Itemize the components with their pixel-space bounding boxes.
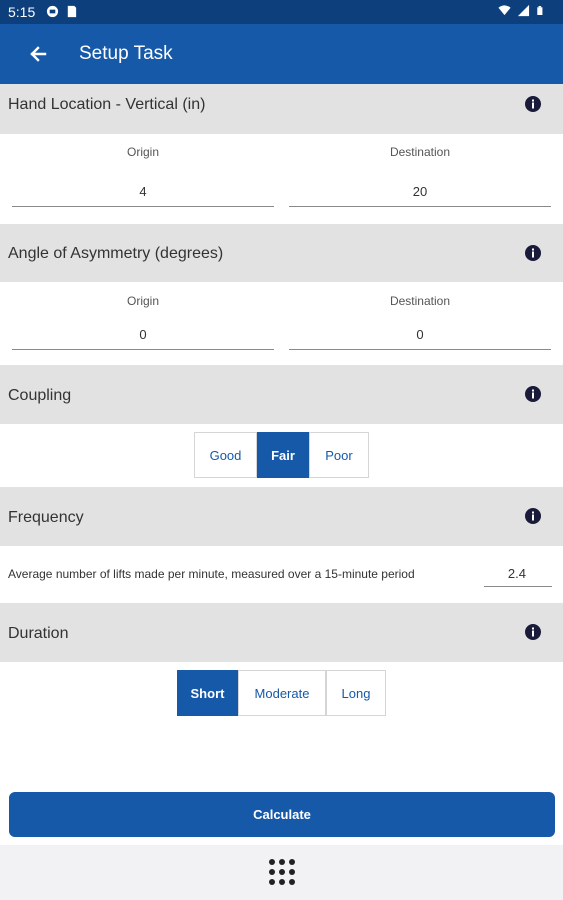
hand-destination-input[interactable]: 20 [289, 181, 551, 207]
duration-short-button[interactable]: Short [177, 670, 238, 716]
section-title: Angle of Asymmetry (degrees) [8, 245, 224, 262]
origin-label: Origin [126, 145, 159, 159]
info-icon[interactable] [524, 95, 542, 113]
frequency-input[interactable]: 2.4 [484, 563, 552, 587]
destination-label: Destination [389, 294, 451, 308]
asymmetry-destination-input[interactable]: 0 [289, 324, 551, 350]
battery-icon [537, 6, 543, 15]
section-header-hand-location: Hand Location - Vertical (in) [0, 84, 563, 134]
origin-label: Origin [126, 294, 159, 308]
wifi-icon [498, 5, 511, 16]
coupling-good-button[interactable]: Good [194, 432, 257, 478]
section-header-duration: Duration [0, 603, 563, 662]
section-title: Duration [8, 625, 69, 642]
section-title: Coupling [8, 387, 72, 404]
info-icon[interactable] [524, 244, 542, 262]
page-title: Setup Task [79, 43, 173, 64]
section-title: Hand Location - Vertical (in) [8, 96, 206, 113]
section-header-frequency: Frequency [0, 487, 563, 546]
apps-grid-icon[interactable] [267, 857, 297, 887]
info-icon[interactable] [524, 507, 542, 525]
info-icon[interactable] [524, 623, 542, 641]
duration-moderate-button[interactable]: Moderate [238, 670, 326, 716]
app-bar: Setup Task [0, 24, 563, 84]
destination-label: Destination [389, 145, 451, 159]
calculate-button[interactable]: Calculate [9, 792, 555, 837]
section-title: Frequency [8, 509, 84, 526]
status-bar: 5:15 [0, 0, 563, 24]
asymmetry-origin-input[interactable]: 0 [12, 324, 274, 350]
back-button[interactable] [22, 38, 54, 70]
coupling-poor-button[interactable]: Poor [309, 432, 369, 478]
signal-icon [517, 4, 530, 17]
sd-card-icon [67, 5, 77, 18]
section-header-coupling: Coupling [0, 365, 563, 424]
coupling-segmented-control: Good Fair Poor [194, 432, 369, 478]
arrow-left-icon [30, 46, 47, 62]
frequency-description: Average number of lifts made per minute,… [8, 567, 415, 581]
hand-origin-input[interactable]: 4 [12, 181, 274, 207]
status-time: 5:15 [8, 4, 36, 20]
duration-segmented-control: Short Moderate Long [177, 670, 386, 716]
duration-long-button[interactable]: Long [326, 670, 386, 716]
notification-icon [46, 5, 59, 18]
coupling-fair-button[interactable]: Fair [257, 432, 309, 478]
section-header-asymmetry: Angle of Asymmetry (degrees) [0, 224, 563, 282]
info-icon[interactable] [524, 385, 542, 403]
